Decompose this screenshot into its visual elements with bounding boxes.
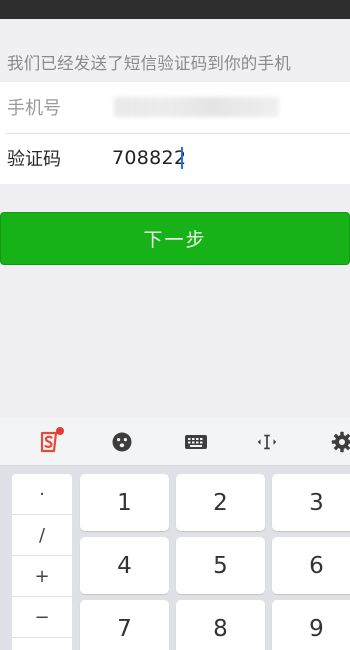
status-bar xyxy=(0,0,350,19)
keyboard-switch-icon[interactable] xyxy=(184,430,208,454)
symbol-key-slash[interactable]: / xyxy=(12,515,72,556)
notification-dot-icon xyxy=(56,427,64,435)
next-step-button[interactable]: 下一步 xyxy=(0,212,350,265)
screen: 我们已经发送了短信验证码到你的手机 手机号 验证码 下一步 xyxy=(0,0,350,650)
digit-key-1[interactable]: 1 xyxy=(80,474,169,531)
digit-key-7[interactable]: 7 xyxy=(80,600,169,650)
verification-code-input[interactable] xyxy=(112,142,312,174)
digit-key-6[interactable]: 6 xyxy=(272,537,350,594)
keyboard-toolbar xyxy=(0,418,350,466)
settings-gear-icon[interactable] xyxy=(330,430,350,454)
digit-key-8[interactable]: 8 xyxy=(176,600,265,650)
digit-key-2[interactable]: 2 xyxy=(176,474,265,531)
phone-row: 手机号 xyxy=(0,82,350,133)
symbol-column: · / + − xyxy=(12,474,72,650)
code-row: 验证码 xyxy=(0,133,350,184)
digit-key-3[interactable]: 3 xyxy=(272,474,350,531)
cursor-move-icon[interactable] xyxy=(255,430,279,454)
phone-number-blurred xyxy=(114,97,279,117)
emoji-icon[interactable] xyxy=(110,430,134,454)
text-caret xyxy=(181,147,183,169)
symbol-key-plus[interactable]: + xyxy=(12,556,72,597)
symbol-key-dot[interactable]: · xyxy=(12,474,72,515)
sms-sent-notice: 我们已经发送了短信验证码到你的手机 xyxy=(7,54,291,73)
phone-label: 手机号 xyxy=(7,98,61,119)
numeric-keyboard: · / + − 1 2 3 4 5 6 7 8 9 xyxy=(0,418,350,650)
digit-key-4[interactable]: 4 xyxy=(80,537,169,594)
code-label: 验证码 xyxy=(7,149,61,170)
digit-key-5[interactable]: 5 xyxy=(176,537,265,594)
verification-form: 手机号 验证码 xyxy=(0,82,350,184)
symbol-key-minus[interactable]: − xyxy=(12,597,72,638)
digit-key-9[interactable]: 9 xyxy=(272,600,350,650)
